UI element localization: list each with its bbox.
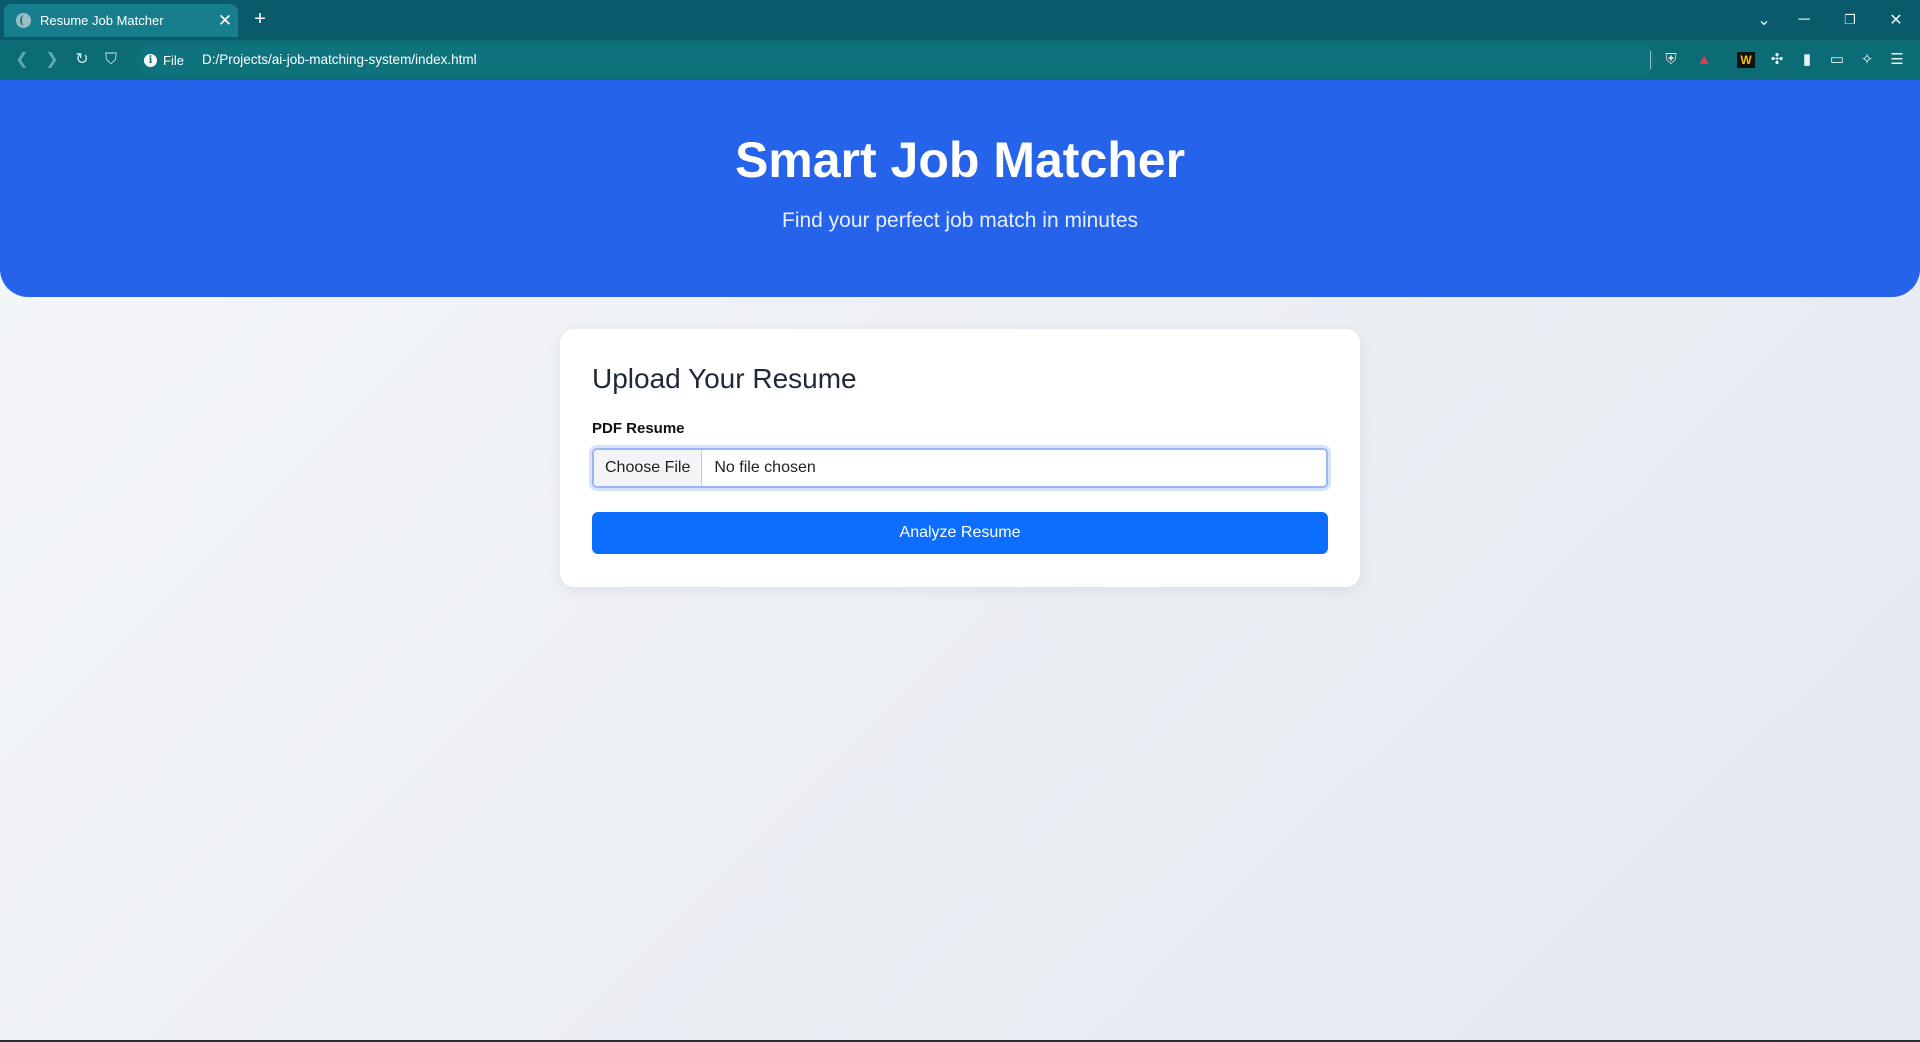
resume-file-input[interactable]: Choose File No file chosen [592, 448, 1328, 488]
browser-tab[interactable]: Resume Job Matcher ✕ [4, 4, 238, 37]
brave-shield-icon[interactable]: ⛨ [1660, 49, 1682, 71]
leo-ai-icon[interactable]: ✧ [1856, 49, 1878, 71]
page-title: Smart Job Matcher [734, 132, 1186, 188]
wallet-icon[interactable]: ▭ [1826, 49, 1848, 71]
extensions-puzzle-icon[interactable]: ✣ [1766, 49, 1788, 71]
tab-search-icon[interactable]: ⌄ [1742, 0, 1786, 40]
site-info-label: File [163, 52, 184, 68]
extension-icon[interactable]: W [1737, 52, 1755, 68]
tab-title: Resume Job Matcher [40, 13, 164, 28]
globe-icon [16, 13, 31, 28]
sidebar-toggle-icon[interactable]: ▮ [1796, 49, 1818, 71]
pdf-resume-label: PDF Resume [592, 420, 685, 437]
site-info-chip[interactable]: i File [144, 52, 184, 68]
brave-rewards-icon[interactable]: ▲ [1693, 49, 1715, 71]
back-icon[interactable]: ❮ [10, 48, 34, 72]
close-window-button[interactable]: ✕ [1874, 0, 1918, 40]
upload-heading: Upload Your Resume [592, 363, 857, 394]
forward-icon[interactable]: ❯ [40, 48, 64, 72]
choose-file-button[interactable]: Choose File [594, 450, 703, 486]
page-body: Smart Job Matcher Find your perfect job … [0, 80, 1920, 1042]
info-icon: i [144, 53, 157, 67]
upload-card: Upload Your Resume PDF Resume Choose Fil… [560, 329, 1360, 587]
close-tab-icon[interactable]: ✕ [212, 4, 238, 37]
menu-icon[interactable]: ☰ [1886, 49, 1908, 71]
toolbar-divider [1650, 51, 1651, 69]
new-tab-button[interactable]: + [248, 7, 272, 31]
file-status-text: No file chosen [714, 459, 816, 476]
hero-banner: Smart Job Matcher Find your perfect job … [0, 80, 1920, 297]
bookmark-icon[interactable]: ⛉ [99, 48, 123, 72]
restore-button[interactable]: ❐ [1828, 0, 1872, 40]
page-subtitle: Find your perfect job match in minutes [782, 209, 1138, 232]
analyze-resume-button[interactable]: Analyze Resume [592, 512, 1328, 554]
reload-icon[interactable]: ↻ [70, 48, 94, 72]
url-text[interactable]: D:/Projects/ai-job-matching-system/index… [202, 50, 477, 70]
tab-strip: Resume Job Matcher ✕ + ⌄ ─ ❐ ✕ [0, 0, 1920, 40]
minimize-button[interactable]: ─ [1782, 0, 1826, 40]
